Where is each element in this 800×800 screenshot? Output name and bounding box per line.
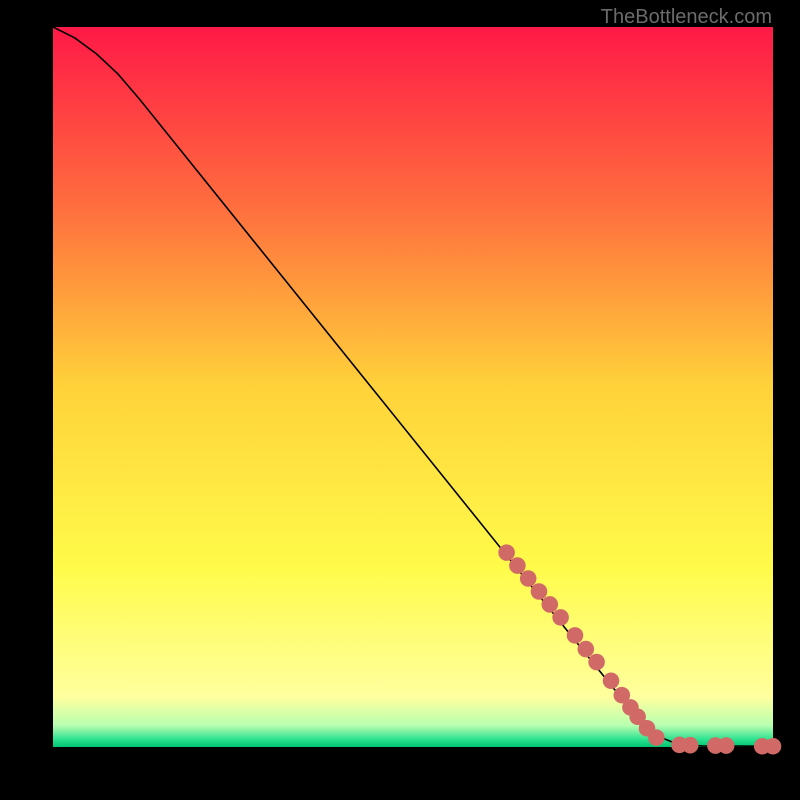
data-marker [520, 570, 537, 587]
data-marker [567, 627, 584, 644]
data-marker [648, 729, 665, 746]
data-marker [603, 672, 620, 689]
chart-svg [53, 27, 773, 747]
data-marker [509, 557, 526, 574]
plot-area [53, 27, 773, 747]
data-marker [498, 544, 515, 561]
data-marker [531, 583, 548, 600]
data-marker [542, 596, 559, 613]
data-marker [578, 641, 595, 658]
curve-line [53, 27, 773, 746]
data-marker [765, 738, 782, 755]
marker-layer [498, 544, 781, 754]
data-marker [552, 609, 569, 626]
data-marker [588, 654, 605, 671]
attribution-text: TheBottleneck.com [601, 6, 772, 29]
chart-stage: TheBottleneck.com [0, 0, 800, 800]
data-marker [718, 737, 735, 754]
data-marker [682, 737, 699, 754]
